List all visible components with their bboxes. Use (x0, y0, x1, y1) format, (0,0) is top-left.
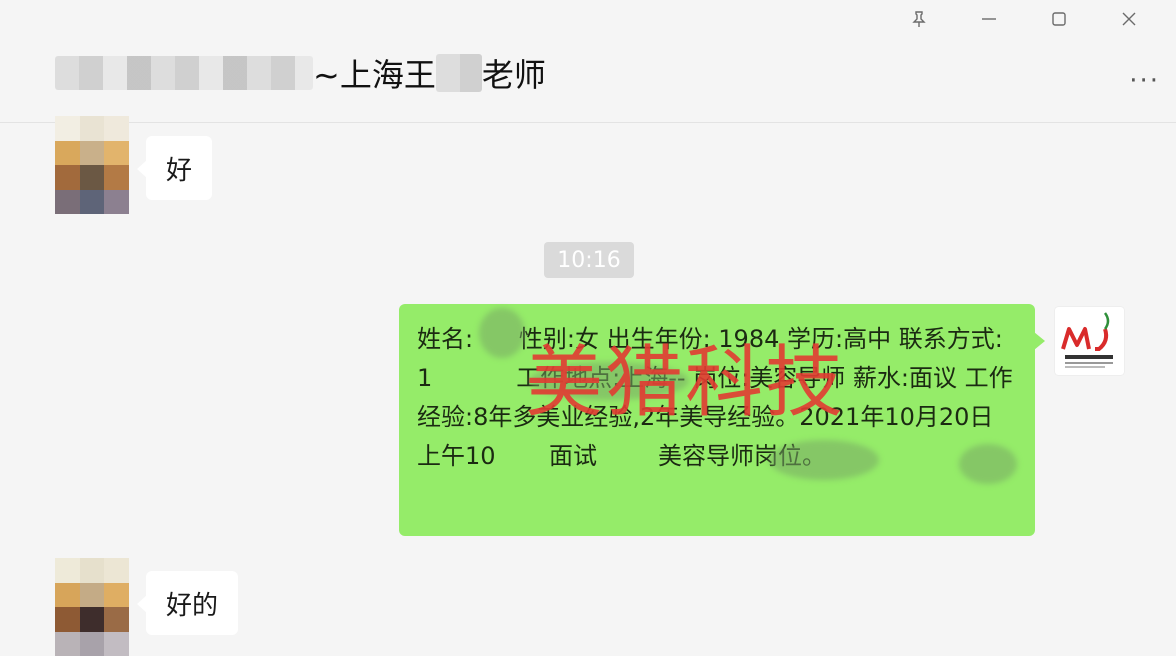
avatar[interactable] (55, 116, 129, 214)
redaction-blur (479, 308, 525, 358)
timestamp: 10:16 (544, 242, 634, 278)
redaction-blur (769, 440, 879, 480)
more-options-icon[interactable]: ··· (1129, 66, 1160, 96)
message-text: 好的 (166, 590, 219, 621)
redacted-name (435, 54, 482, 92)
received-message-bubble[interactable]: 好 (136, 136, 213, 200)
company-logo (1061, 312, 1113, 368)
chat-title-text: ~上海王 (313, 56, 436, 94)
avatar[interactable] (55, 558, 129, 656)
message-text: 好 (166, 155, 193, 186)
redacted-name (55, 56, 313, 90)
redaction-blur (959, 444, 1017, 484)
avatar[interactable] (1055, 307, 1124, 375)
chat-title-suffix: 老师 (481, 56, 546, 94)
chat-header: ~上海王 老师 ··· (0, 0, 1176, 123)
received-message-bubble[interactable]: 好的 (136, 571, 239, 635)
chat-title: ~上海王 老师 (55, 42, 546, 104)
watermark: 美猎科技 (525, 338, 846, 428)
